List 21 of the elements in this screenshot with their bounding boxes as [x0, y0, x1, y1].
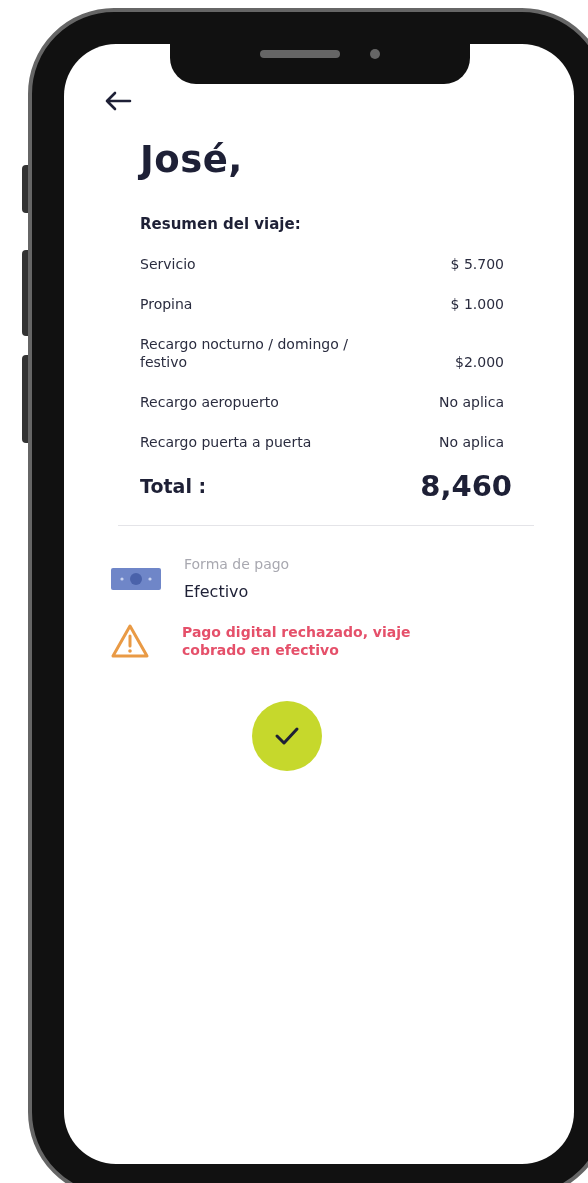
fare-value: No aplica: [439, 433, 504, 451]
total-label: Total :: [140, 475, 207, 497]
camera-dot: [370, 49, 380, 59]
payment-method-label: Forma de pago: [184, 556, 290, 572]
back-arrow-icon[interactable]: [104, 90, 132, 112]
fare-value: No aplica: [439, 393, 504, 411]
fare-value: $ 1.000: [450, 295, 504, 313]
fare-value: $ 5.700: [450, 255, 504, 273]
total-value: 8,460: [420, 469, 512, 503]
warning-message: Pago digital rechazado, viaje cobrado en efectivo: [182, 623, 412, 659]
fare-label: Recargo nocturno / domingo / festivo: [140, 335, 349, 371]
fare-label: Propina: [140, 295, 193, 313]
fare-label: Recargo aeropuerto: [140, 393, 279, 411]
check-icon: [274, 726, 300, 746]
payment-method-value: Efectivo: [184, 582, 250, 601]
fare-label: Recargo puerta a puerta: [140, 433, 312, 451]
fare-value: $2.000: [455, 353, 504, 371]
greeting-title: José,: [140, 138, 244, 181]
summary-title: Resumen del viaje:: [140, 215, 302, 233]
fare-label: Servicio: [140, 255, 196, 273]
warning-icon: [110, 623, 150, 659]
